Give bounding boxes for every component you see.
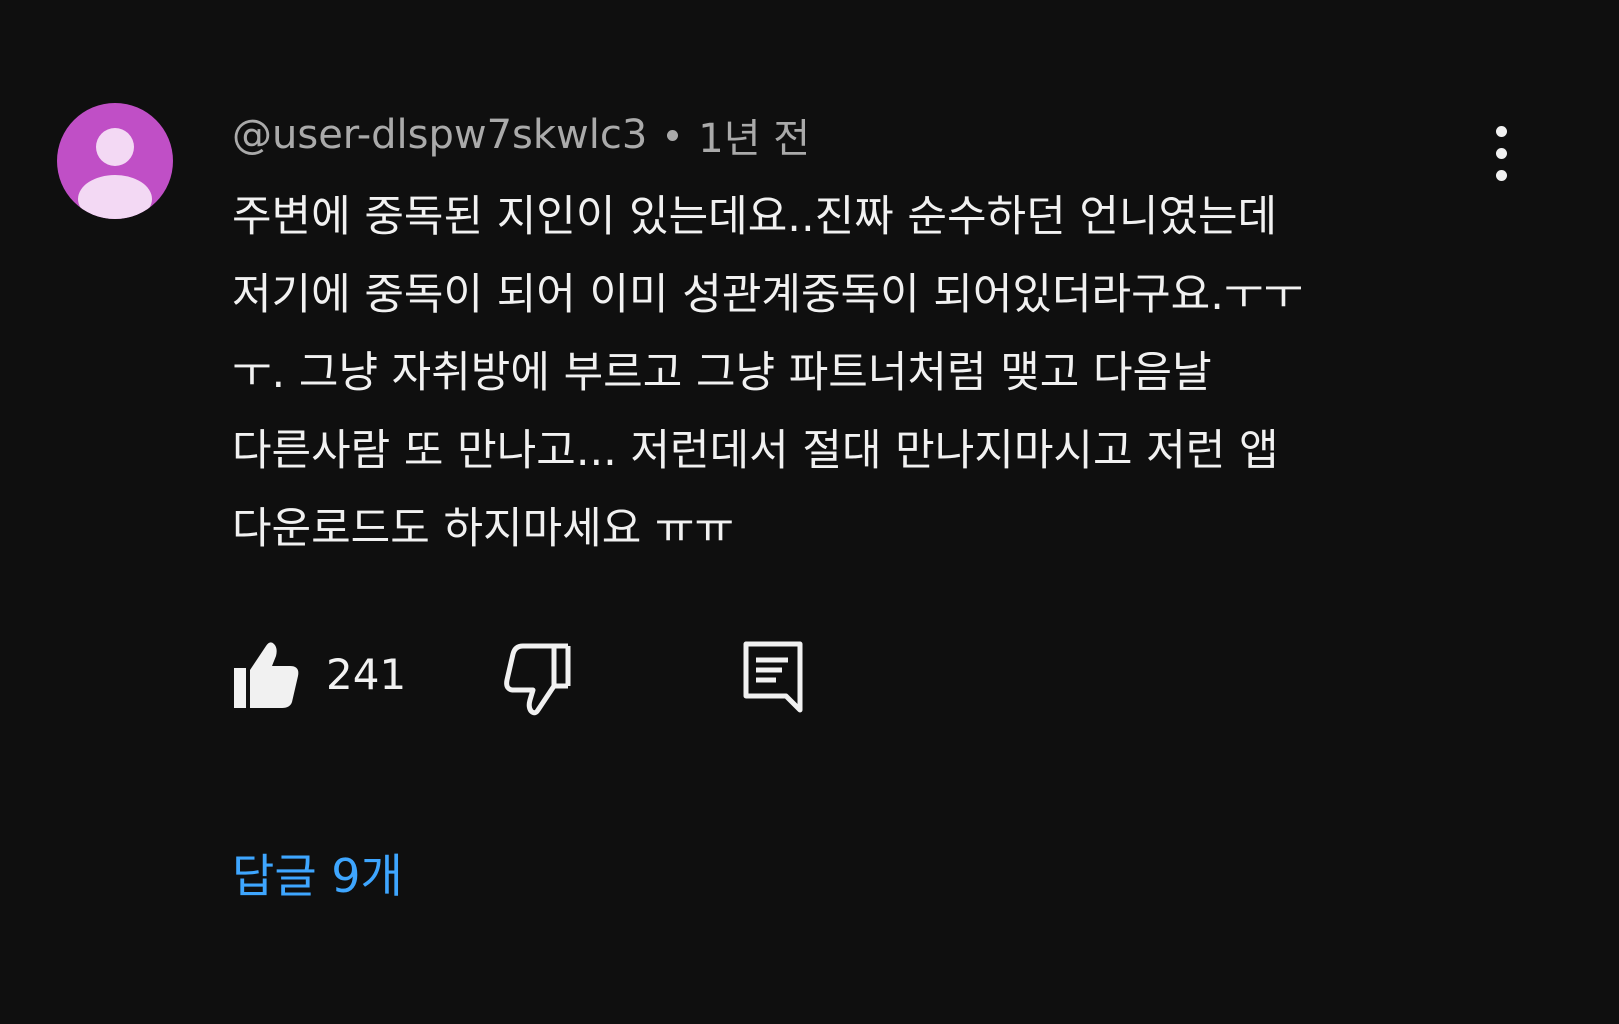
more-vertical-icon-dot: [1495, 126, 1507, 137]
reply-comment-icon: [743, 641, 803, 713]
view-replies-link[interactable]: 답글 9개: [232, 840, 403, 906]
thumbs-down-outline-icon: [504, 643, 571, 716]
comment-header: @user-dlspw7skwlc3 1년 전: [232, 108, 810, 162]
like-count: 241: [326, 650, 407, 699]
author-avatar[interactable]: [57, 103, 173, 219]
comment-text-line: 다운로드도 하지마세요 ㅠㅠ: [232, 504, 735, 554]
dislike-button[interactable]: [502, 640, 574, 716]
comment-text-line: 주변에 중독된 지인이 있는데요..진짜 순수하던 언니였는데: [232, 192, 1278, 242]
comment-thread: @user-dlspw7skwlc3 1년 전 주변에 중독된 지인이 있는데요…: [0, 0, 1619, 1024]
reply-button[interactable]: [742, 640, 804, 716]
separator-dot: [667, 129, 679, 141]
author-name[interactable]: @user-dlspw7skwlc3: [232, 112, 647, 158]
thumbs-up-filled-icon: [234, 642, 299, 708]
comment-text-line: 저기에 중독이 되어 이미 성관계중독이 되어있더라구요.ㅜㅜ: [232, 270, 1304, 320]
more-vertical-icon-dot: [1495, 148, 1507, 159]
comment-text: 주변에 중독된 지인이 있는데요..진짜 순수하던 언니였는데 저기에 중독이 …: [232, 178, 1522, 568]
comment-timestamp[interactable]: 1년 전: [698, 106, 810, 164]
comment-text-line: ㅜ. 그냥 자취방에 부르고 그냥 파트너처럼 맺고 다음날: [232, 348, 1212, 398]
like-button[interactable]: [232, 640, 302, 716]
comment-action-bar: 241: [232, 640, 832, 716]
default-user-avatar-icon: [78, 128, 152, 219]
comment-text-line: 다른사람 또 만나고... 저런데서 절대 만나지마시고 저런 앱: [232, 426, 1279, 476]
